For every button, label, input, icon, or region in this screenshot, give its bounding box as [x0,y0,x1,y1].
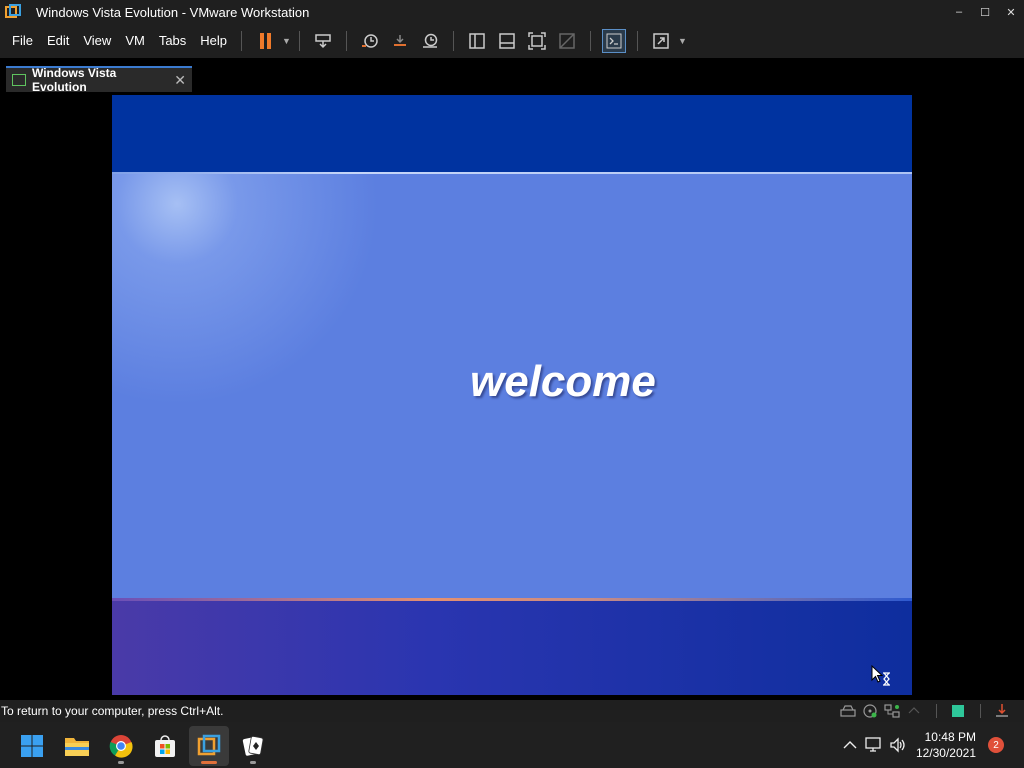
snapshot-icon[interactable] [358,29,382,53]
menu-edit[interactable]: Edit [41,24,75,58]
window-controls: – ☐ ✕ [946,0,1024,24]
window-title: Windows Vista Evolution - VMware Worksta… [36,4,310,20]
clock[interactable]: 10:48 PM 12/30/2021 [916,729,976,761]
menu-help[interactable]: Help [194,24,233,58]
vm-bottom-band [112,601,912,695]
clock-date: 12/30/2021 [915,746,976,760]
tab-strip: Windows Vista Evolution ✕ [0,58,1024,94]
notification-badge[interactable]: 2 [988,737,1004,753]
cd-dvd-icon[interactable] [862,703,878,719]
library-icon[interactable] [465,29,489,53]
thumbnail-icon[interactable] [495,29,519,53]
network-adapter-icon[interactable] [884,703,900,719]
tab-close-icon[interactable]: ✕ [174,72,186,89]
unity-icon[interactable] [555,29,579,53]
toolbar-separator [345,31,347,51]
menu-view[interactable]: View [77,24,117,58]
vm-display[interactable]: welcome [112,95,912,695]
status-bar: To return to your computer, press Ctrl+A… [0,700,1024,722]
taskbar: 10:48 PM 12/30/2021 2 [0,722,1024,768]
hard-disk-icon[interactable] [840,703,856,719]
menu-bar: File Edit View VM Tabs Help ▼ ▼ [0,24,1024,58]
revert-snapshot-icon[interactable] [388,29,412,53]
toolbar-separator [589,31,591,51]
snapshot-manager-icon[interactable] [418,29,442,53]
menu-tabs[interactable]: Tabs [153,24,192,58]
volume-icon[interactable] [886,733,910,757]
stretch-dropdown-icon[interactable]: ▼ [678,36,687,46]
chrome-icon[interactable] [101,726,141,766]
stretch-icon[interactable] [649,29,673,53]
minimize-button[interactable]: – [946,0,972,24]
file-explorer-icon[interactable] [57,726,97,766]
network-icon[interactable] [862,733,886,757]
device-icons [840,703,1010,719]
maximize-button[interactable]: ☐ [972,0,998,24]
send-keys-icon[interactable] [311,29,335,53]
pause-icon[interactable] [253,29,277,53]
toolbar-separator [452,31,454,51]
active-indicator [201,761,217,764]
vm-tab-icon [12,74,26,86]
tab-windows-vista-evolution[interactable]: Windows Vista Evolution ✕ [6,66,192,94]
welcome-text: welcome [470,357,656,406]
title-bar: Windows Vista Evolution - VMware Worksta… [0,0,1024,24]
close-button[interactable]: ✕ [998,0,1024,24]
message-log-icon[interactable] [994,703,1010,719]
chevron-up-icon[interactable] [838,733,862,757]
toolbar-separator [298,31,300,51]
store-icon[interactable] [145,726,185,766]
menu-vm[interactable]: VM [119,24,151,58]
vm-top-band [112,95,912,173]
toolbar-separator [928,703,944,719]
start-icon[interactable] [12,726,52,766]
display-icon[interactable] [950,703,966,719]
vmware-app-icon [5,4,21,20]
usb-icon[interactable] [906,703,922,719]
running-indicator [250,761,256,764]
toolbar-separator [972,703,988,719]
toolbar-separator [636,31,638,51]
console-icon[interactable] [601,29,626,53]
clock-time: 10:48 PM [924,730,976,744]
status-message: To return to your computer, press Ctrl+A… [1,704,224,718]
full-screen-icon[interactable] [525,29,549,53]
pause-dropdown-icon[interactable]: ▼ [282,36,291,46]
solitaire-icon[interactable] [233,726,273,766]
running-indicator [118,761,124,764]
busy-cursor-icon [871,664,893,687]
vmware-icon[interactable] [189,726,229,766]
system-tray: 10:48 PM 12/30/2021 2 [838,722,1024,768]
menu-file[interactable]: File [6,24,39,58]
tab-label: Windows Vista Evolution [32,66,117,94]
toolbar-separator [241,31,243,51]
